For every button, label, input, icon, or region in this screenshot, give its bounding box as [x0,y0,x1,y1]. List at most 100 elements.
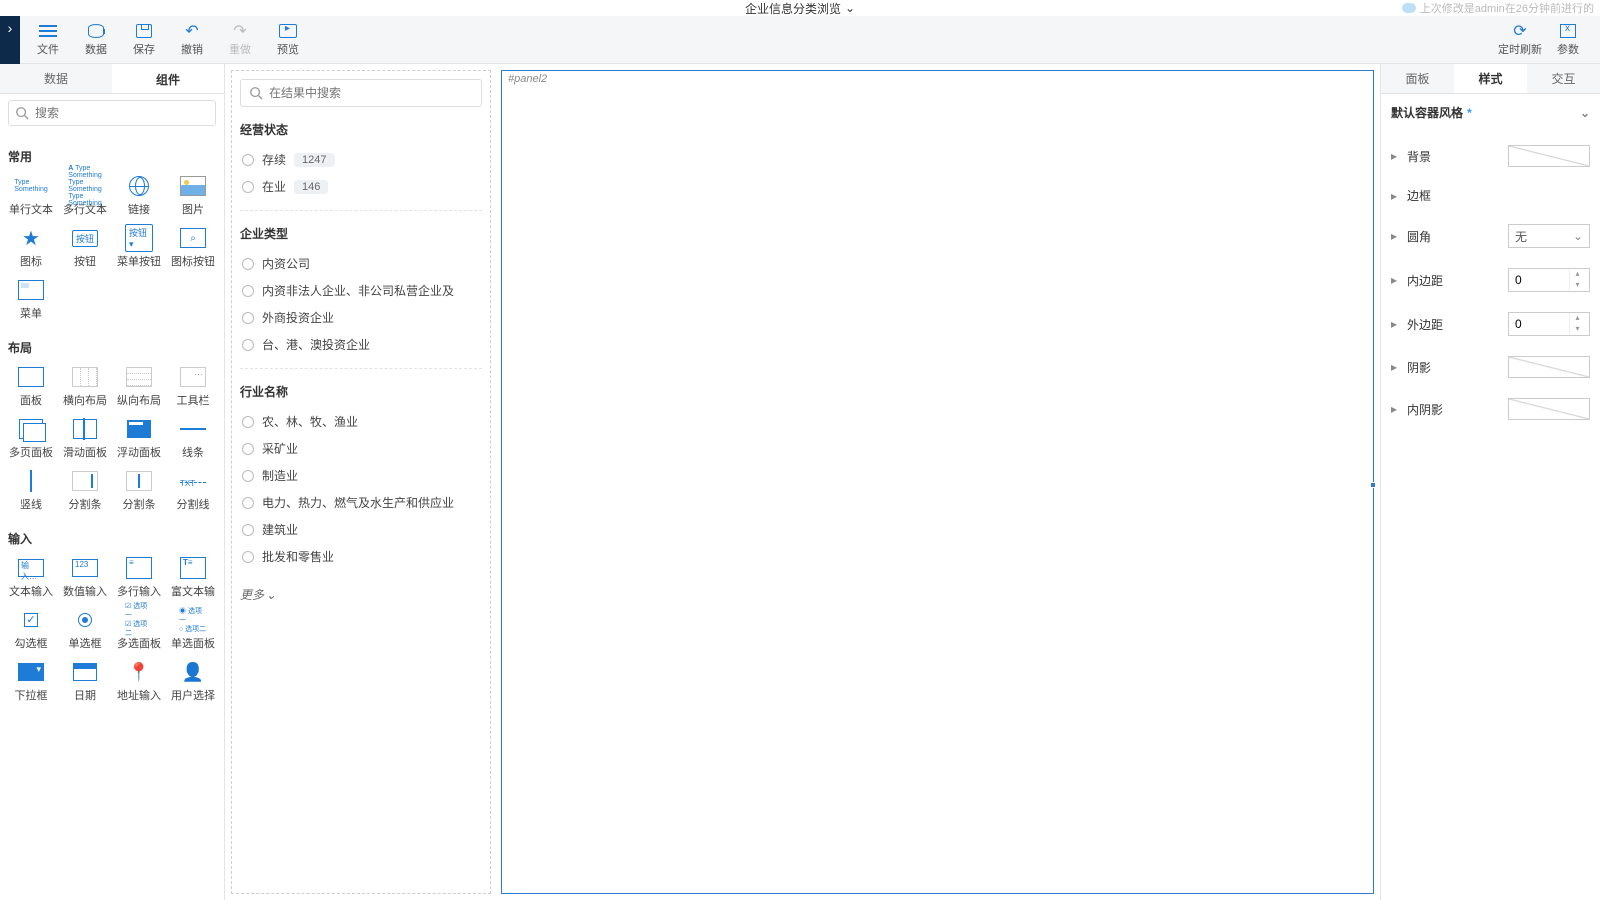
params-button[interactable]: 参数 [1544,18,1592,62]
preview-button[interactable]: 预览 [264,18,312,62]
radius-select[interactable]: 无 [1508,224,1590,248]
style-padding-row[interactable]: ▸内边距▴▾ [1391,258,1590,302]
palette-image[interactable]: 图片 [168,175,218,217]
filter-option[interactable]: 农、林、牧、渔业 [240,408,482,435]
filter-option[interactable]: 台、港、澳投资企业 [240,331,482,358]
palette-menu[interactable]: 菜单 [6,279,56,321]
palette-icon[interactable]: ★图标 [6,227,56,269]
rail-expand[interactable]: › [0,16,20,64]
toolbar: › 文件 数据 保存 ↶撤销 ↷重做 预览 ⟳定时刷新 参数 [0,16,1600,64]
palette-toolbar[interactable]: 工具栏 [168,366,218,408]
filter-option[interactable]: 内资非法人企业、非公司私营企业及 [240,277,482,304]
right-tab-interact[interactable]: 交互 [1527,64,1600,93]
filter-option[interactable]: 存续1247 [240,146,482,173]
filter-option[interactable]: 内资公司 [240,250,482,277]
filter-group-title: 经营状态 [240,121,482,138]
component-search[interactable] [8,100,216,126]
palette-div1[interactable]: 分割条 [60,470,110,512]
left-tab-components[interactable]: 组件 [112,64,224,93]
palette-radio[interactable]: 单选框 [60,609,110,651]
palette-iconbtn[interactable]: ⌕图标按钮 [168,227,218,269]
redo-button[interactable]: ↷重做 [216,18,264,62]
palette-line[interactable]: 线条 [168,418,218,460]
step-up-icon[interactable]: ▴ [1570,269,1585,280]
palette-multip[interactable]: 多页面板 [6,418,56,460]
filter-search-input[interactable] [269,86,473,100]
style-margin-row[interactable]: ▸外边距▴▾ [1391,302,1590,346]
style-radius-row[interactable]: ▸圆角无 [1391,214,1590,258]
palette-rdogrp[interactable]: ◉ 选项一○ 选项二单选面板 [168,609,218,651]
palette-minput[interactable]: ≡多行输入 [114,557,164,599]
radio-icon [242,524,254,536]
background-swatch[interactable] [1508,145,1590,167]
canvas-panel2[interactable]: #panel2 [501,70,1374,894]
palette-chkgrp[interactable]: ☑ 选项一☑ 选项二多选面板 [114,609,164,651]
palette-addr[interactable]: 📍地址输入 [114,661,164,703]
right-tab-panel[interactable]: 面板 [1381,64,1454,93]
step-up-icon[interactable]: ▴ [1570,313,1585,324]
multip-icon [17,418,45,440]
palette-panel[interactable]: 面板 [6,366,56,408]
shadow-swatch[interactable] [1508,356,1590,378]
palette-user[interactable]: 👤用户选择 [168,661,218,703]
resize-handle[interactable] [1370,482,1376,488]
margin-input[interactable]: ▴▾ [1508,312,1590,336]
style-shadow-row[interactable]: ▸阴影 [1391,346,1590,388]
palette-vbox[interactable]: 纵向布局 [114,366,164,408]
palette-rinput[interactable]: T≡富文本输 [168,557,218,599]
palette-ninput[interactable]: 123数值输入 [60,557,110,599]
step-down-icon[interactable]: ▾ [1570,324,1585,335]
filter-option[interactable]: 批发和零售业 [240,543,482,570]
file-button[interactable]: 文件 [24,18,72,62]
palette-slidep[interactable]: 滑动面板 [60,418,110,460]
check-icon: ✓ [17,609,45,631]
filter-option[interactable]: 建筑业 [240,516,482,543]
inner-shadow-swatch[interactable] [1508,398,1590,420]
search-icon [249,86,263,100]
undo-button[interactable]: ↶撤销 [168,18,216,62]
padding-input[interactable]: ▴▾ [1508,268,1590,292]
palette-floatp[interactable]: 浮动面板 [114,418,164,460]
data-button[interactable]: 数据 [72,18,120,62]
palette-link[interactable]: 链接 [114,175,164,217]
page-title-dropdown[interactable]: 企业信息分类浏览 ⌄ [745,0,855,17]
style-heading[interactable]: 默认容器风格 * ⌄ [1391,104,1590,121]
palette-div3[interactable]: TXT分割线 [168,470,218,512]
radio-icon [242,258,254,270]
filter-option[interactable]: 电力、热力、燃气及水生产和供应业 [240,489,482,516]
palette-select[interactable]: 下拉框 [6,661,56,703]
palette-check[interactable]: ✓勾选框 [6,609,56,651]
palette-div2[interactable]: 分割条 [114,470,164,512]
style-background-row[interactable]: ▸背景 [1391,135,1590,177]
menu-icon [17,279,45,301]
left-tab-data[interactable]: 数据 [0,64,112,93]
chevron-right-icon: › [8,20,13,36]
right-tab-style[interactable]: 样式 [1454,64,1527,93]
radio-icon [242,551,254,563]
section-input: 输入 [6,526,218,551]
auto-refresh-button[interactable]: ⟳定时刷新 [1496,18,1544,62]
filter-option[interactable]: 在业146 [240,173,482,200]
palette-vline[interactable]: 竖线 [6,470,56,512]
style-inner-shadow-row[interactable]: ▸内阴影 [1391,388,1590,430]
palette-date[interactable]: 日期 [60,661,110,703]
radio-icon [242,497,254,509]
chevron-down-icon: ⌄ [845,1,855,15]
caret-right-icon: ▸ [1391,402,1399,416]
filter-option[interactable]: 制造业 [240,462,482,489]
filter-option[interactable]: 外商投资企业 [240,304,482,331]
step-down-icon[interactable]: ▾ [1570,280,1585,291]
palette-tinput[interactable]: 输入…文本输入 [6,557,56,599]
palette-text[interactable]: Type Something单行文本 [6,175,56,217]
radio-icon [242,312,254,324]
filter-option[interactable]: 采矿业 [240,435,482,462]
palette-mtext[interactable]: A Type SomethingType SomethingType Somet… [60,175,110,217]
palette-menubtn[interactable]: 按钮 ▾菜单按钮 [114,227,164,269]
palette-button[interactable]: 按钮按钮 [60,227,110,269]
filter-search[interactable] [240,79,482,107]
component-search-input[interactable] [35,106,209,120]
style-border-row[interactable]: ▸边框 [1391,177,1590,214]
filter-more[interactable]: 更多⌄ [240,586,482,603]
palette-hbox[interactable]: 横向布局 [60,366,110,408]
save-button[interactable]: 保存 [120,18,168,62]
